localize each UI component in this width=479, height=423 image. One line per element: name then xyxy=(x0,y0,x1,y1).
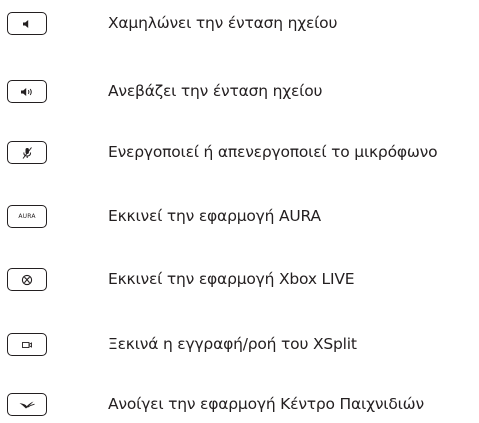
aura-description: Εκκινεί την εφαρμογή AURA xyxy=(108,207,321,225)
hotkey-row-volume-down: Χαμηλώνει την ένταση ηχείου xyxy=(0,12,479,42)
volume-down-key xyxy=(7,12,47,35)
hotkey-row-aura: AURA Εκκινεί την εφαρμογή AURA xyxy=(0,205,479,235)
volume-up-icon xyxy=(21,87,32,96)
aura-key: AURA xyxy=(7,205,47,228)
volume-down-description: Χαμηλώνει την ένταση ηχείου xyxy=(108,14,338,32)
xsplit-description: Ξεκινά η εγγραφή/ροή του XSplit xyxy=(108,335,357,353)
xbox-key xyxy=(7,268,47,291)
hotkey-list: Χαμηλώνει την ένταση ηχείου Ανεβάζει την… xyxy=(0,0,479,422)
hotkey-row-microphone: Ενεργοποιεί ή απενεργοποιεί το μικρόφωνο xyxy=(0,141,479,171)
hotkey-row-xbox: Εκκινεί την εφαρμογή Xbox LIVE xyxy=(0,268,479,298)
gaming-center-key xyxy=(7,393,47,416)
xbox-icon xyxy=(21,274,33,285)
hotkey-row-gaming-center: Ανοίγει την εφαρμογή Κέντρο Παιχνιδιών xyxy=(0,393,479,423)
microphone-key xyxy=(7,141,47,164)
microphone-mute-icon xyxy=(22,146,32,159)
hotkey-row-xsplit: Ξεκινά η εγγραφή/ροή του XSplit xyxy=(0,333,479,363)
gaming-center-description: Ανοίγει την εφαρμογή Κέντρο Παιχνιδιών xyxy=(108,395,424,413)
rog-gaming-center-icon xyxy=(19,401,35,408)
aura-icon: AURA xyxy=(18,213,36,220)
xsplit-record-icon xyxy=(22,341,32,348)
xbox-description: Εκκινεί την εφαρμογή Xbox LIVE xyxy=(108,270,355,288)
microphone-description: Ενεργοποιεί ή απενεργοποιεί το μικρόφωνο xyxy=(108,143,438,161)
volume-up-key xyxy=(7,80,47,103)
volume-down-icon xyxy=(23,19,29,28)
xsplit-key xyxy=(7,333,47,356)
volume-up-description: Ανεβάζει την ένταση ηχείου xyxy=(108,82,323,100)
hotkey-row-volume-up: Ανεβάζει την ένταση ηχείου xyxy=(0,80,479,110)
